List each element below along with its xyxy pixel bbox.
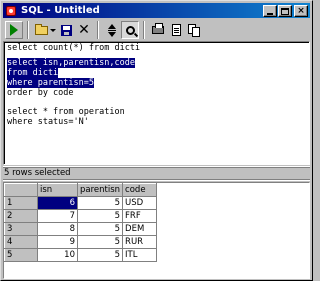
column-header-isn[interactable]: isn [37,183,78,197]
printer-icon [152,23,164,34]
maximize-button[interactable] [278,5,292,17]
sql-line-selected[interactable]: where parentisn=5 [7,78,309,88]
cell-code[interactable]: ITL [122,248,158,262]
cell-parentisn[interactable]: 5 [77,209,124,223]
folder-icon [34,23,48,35]
cell-isn[interactable]: 9 [37,235,78,249]
page-button[interactable] [167,21,185,39]
close-icon: × [297,5,305,16]
run-button[interactable] [5,21,23,39]
up-down-icon [108,23,116,37]
cell-code[interactable]: USD [122,196,158,210]
toolbar-separator [143,21,145,39]
grid-corner[interactable] [4,183,38,197]
cell-isn[interactable]: 8 [37,222,78,236]
print-button[interactable] [149,21,167,39]
toolbar-separator [27,21,29,39]
cell-parentisn[interactable]: 5 [77,222,124,236]
cell-isn[interactable]: 10 [37,248,78,262]
search-icon [125,25,135,35]
sql-line-selected[interactable]: select isn,parentisn,code [7,58,309,68]
delete-button[interactable]: ✕ [75,21,93,39]
status-divider [3,179,310,181]
cell-code[interactable]: DEM [122,222,158,236]
toolbar-separator [97,21,99,39]
row-header[interactable]: 2 [4,209,38,223]
cell-code[interactable]: FRF [122,209,158,223]
disk-icon [60,24,72,36]
table-row[interactable]: 4 9 5 RUR [4,235,158,249]
sql-editor[interactable]: select count(*) from dicti select isn,pa… [3,41,310,165]
sql-line[interactable]: select count(*) from dicti [7,43,309,53]
cell-isn[interactable]: 7 [37,209,78,223]
minimize-icon [267,12,273,15]
sql-app-icon[interactable] [5,5,17,17]
page-icon [171,24,181,36]
cell-parentisn[interactable]: 5 [77,248,124,262]
cell-parentisn[interactable]: 5 [77,196,124,210]
column-header-parentisn[interactable]: parentisn [76,183,124,197]
sql-window: SQL - Untitled × ✕ select count(*) from … [0,0,313,281]
title-bar[interactable]: SQL - Untitled × [3,3,310,18]
window-title: SQL - Untitled [21,5,100,16]
play-icon [10,24,18,36]
table-row[interactable]: 1 6 5 USD [4,196,158,210]
sql-line[interactable]: where status='N' [7,117,309,127]
results-grid[interactable]: isn parentisn code 1 6 5 USD 2 7 5 FRF 3… [3,182,310,279]
navigate-button[interactable] [103,21,121,39]
column-header-code[interactable]: code [122,183,158,197]
table-row[interactable]: 3 8 5 DEM [4,222,158,236]
minimize-button[interactable] [263,5,277,17]
grid-header-row: isn parentisn code [4,183,158,197]
row-header[interactable]: 4 [4,235,38,249]
sql-line[interactable]: order by code [7,88,309,98]
copy-icon [187,23,201,37]
chevron-down-icon[interactable] [49,28,56,32]
sql-blank-line[interactable] [7,98,309,107]
row-header[interactable]: 1 [4,196,38,210]
row-header[interactable]: 3 [4,222,38,236]
maximize-icon [281,7,289,15]
sql-line-selected[interactable]: from dicti [7,68,309,78]
status-text: 5 rows selected [4,168,71,178]
save-button[interactable] [57,21,75,39]
find-button[interactable] [121,21,139,39]
delete-icon: ✕ [78,22,90,38]
table-row[interactable]: 5 10 5 ITL [4,248,158,262]
copy-button[interactable] [185,21,203,39]
row-header[interactable]: 5 [4,248,38,262]
table-row[interactable]: 2 7 5 FRF [4,209,158,223]
cell-code[interactable]: RUR [122,235,158,249]
toolbar: ✕ [3,20,310,40]
sql-line[interactable]: select * from operation [7,107,309,117]
cell-isn[interactable]: 6 [37,196,78,210]
close-button[interactable]: × [294,5,308,17]
open-button[interactable] [33,21,57,39]
cell-parentisn[interactable]: 5 [77,235,124,249]
